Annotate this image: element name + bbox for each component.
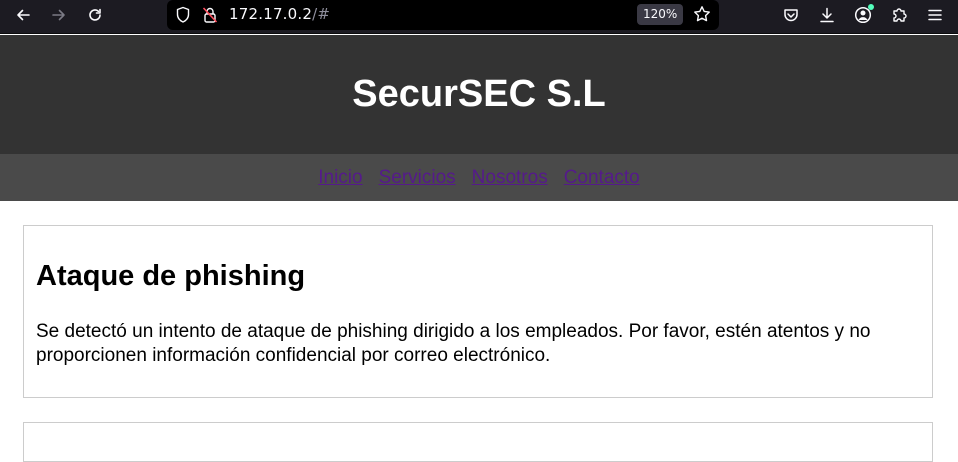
download-icon — [820, 7, 834, 23]
lock-insecure-icon[interactable] — [202, 6, 218, 29]
browser-toolbar: 172.17.0.2/# 120% — [0, 0, 958, 34]
nav-link-contacto[interactable]: Contacto — [564, 167, 640, 189]
post-card — [23, 422, 933, 462]
nav-link-nosotros[interactable]: Nosotros — [472, 167, 548, 189]
account-button[interactable] — [848, 2, 878, 28]
star-icon[interactable] — [693, 5, 711, 28]
url-hash: /# — [312, 5, 331, 23]
back-button[interactable] — [8, 2, 38, 28]
nav-link-inicio[interactable]: Inicio — [318, 167, 362, 189]
url-text[interactable]: 172.17.0.2/# — [229, 5, 330, 23]
arrow-right-icon — [52, 9, 65, 21]
site-nav: Inicio Servicios Nosotros Contacto — [0, 154, 958, 201]
pocket-icon — [784, 9, 798, 22]
post-card: Ataque de phishing Se detectó un intento… — [23, 225, 933, 398]
post-title: Ataque de phishing — [36, 260, 306, 292]
downloads-button[interactable] — [812, 2, 842, 28]
post-body: Se detectó un intento de ataque de phish… — [36, 321, 871, 366]
reload-button[interactable] — [80, 2, 110, 28]
hamburger-menu-icon — [928, 9, 942, 21]
zoom-level-badge[interactable]: 120% — [637, 4, 684, 25]
url-host: 172.17.0.2 — [229, 5, 313, 23]
extensions-button[interactable] — [884, 2, 914, 28]
nav-link-servicios[interactable]: Servicios — [379, 167, 456, 189]
site-title: SecurSEC S.L — [352, 73, 606, 115]
arrow-left-icon — [17, 9, 30, 21]
puzzle-icon — [893, 8, 907, 22]
pocket-button[interactable] — [776, 2, 806, 28]
shield-icon[interactable] — [175, 6, 191, 29]
account-notification-dot — [868, 4, 874, 10]
app-menu-button[interactable] — [920, 2, 950, 28]
forward-button[interactable] — [44, 2, 74, 28]
address-bar[interactable]: 172.17.0.2/# 120% — [167, 0, 719, 30]
site-header: SecurSEC S.L — [0, 35, 958, 154]
reload-icon — [89, 8, 101, 21]
